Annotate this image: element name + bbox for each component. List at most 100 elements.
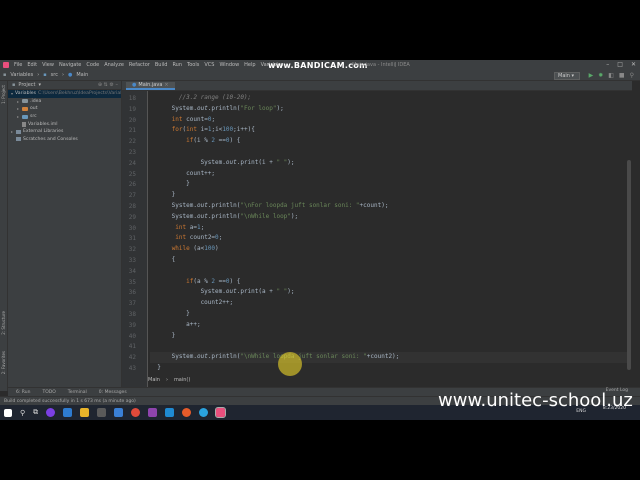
nav-src[interactable]: src bbox=[51, 72, 58, 78]
line-number: 25 bbox=[128, 170, 136, 178]
code-line[interactable]: } bbox=[150, 331, 630, 342]
library-icon bbox=[16, 129, 21, 134]
tree-item[interactable]: ▸ .idea bbox=[8, 98, 121, 106]
menu-run[interactable]: Run bbox=[172, 62, 182, 68]
project-panel-title[interactable]: Project bbox=[18, 82, 35, 88]
code-line[interactable]: } bbox=[150, 190, 630, 201]
breadcrumb-class[interactable]: Main bbox=[148, 377, 160, 383]
code-line[interactable]: System.out.println("\nWhile loopda juft … bbox=[150, 352, 630, 363]
menu-view[interactable]: View bbox=[42, 62, 54, 68]
code-line[interactable]: } bbox=[150, 179, 630, 190]
editor-scrollbar[interactable] bbox=[627, 160, 631, 370]
menu-help[interactable]: Help bbox=[244, 62, 255, 68]
menu-edit[interactable]: Edit bbox=[27, 62, 37, 68]
run-configuration-select[interactable]: Main ▾ bbox=[554, 72, 580, 80]
tree-item[interactable]: ▸ External Libraries bbox=[8, 128, 121, 136]
chevron-down-icon[interactable]: ▾ bbox=[11, 91, 13, 96]
code-line[interactable]: //3.2 range (10-20); bbox=[150, 93, 630, 104]
code-line[interactable]: int a=1; bbox=[150, 223, 630, 234]
menu-file[interactable]: File bbox=[14, 62, 22, 68]
debug-icon[interactable]: ✹ bbox=[598, 72, 603, 79]
panel-settings-icon[interactable]: ⊕ ⇅ ⚙ – bbox=[98, 82, 121, 88]
code-line[interactable]: a++; bbox=[150, 320, 630, 331]
editor-tab-main[interactable]: ● Main.java × bbox=[126, 82, 175, 90]
app-icon[interactable] bbox=[182, 408, 192, 417]
explorer-icon[interactable] bbox=[80, 408, 90, 417]
code-line[interactable]: System.out.println("\nFor loopda juft so… bbox=[150, 201, 630, 212]
code-line[interactable]: if(i % 2 ==0) { bbox=[150, 136, 630, 147]
menu-navigate[interactable]: Navigate bbox=[59, 62, 81, 68]
code-editor[interactable]: //3.2 range (10-20); System.out.println(… bbox=[150, 91, 630, 411]
app-icon[interactable] bbox=[46, 408, 56, 417]
tree-item-label: Variables.iml bbox=[28, 121, 58, 127]
code-line[interactable]: count2++; bbox=[150, 298, 630, 309]
search-icon[interactable]: ⚲ bbox=[20, 409, 25, 417]
chrome-icon[interactable] bbox=[131, 408, 141, 417]
visual-studio-icon[interactable] bbox=[148, 408, 158, 417]
code-line[interactable]: System.out.println("For loop"); bbox=[150, 104, 630, 115]
code-line[interactable]: System.out.println("\nWhile loop"); bbox=[150, 212, 630, 223]
nav-project[interactable]: Variables bbox=[10, 72, 33, 78]
code-line[interactable]: int count=0; bbox=[150, 115, 630, 126]
edge-icon[interactable] bbox=[63, 408, 73, 417]
class-icon: ● bbox=[67, 72, 73, 78]
stop-icon[interactable]: ■ bbox=[619, 72, 625, 79]
task-view-icon[interactable]: ⧉ bbox=[33, 408, 38, 417]
folder-icon: ▪ bbox=[3, 72, 7, 78]
mail-icon[interactable] bbox=[114, 408, 124, 417]
code-line[interactable] bbox=[150, 266, 630, 277]
tree-item[interactable]: Variables.iml bbox=[8, 120, 121, 128]
search-icon[interactable]: ⚲ bbox=[630, 72, 634, 79]
folder-orange-icon bbox=[22, 106, 28, 111]
menu-build[interactable]: Build bbox=[155, 62, 168, 68]
code-line[interactable]: } bbox=[150, 363, 630, 374]
menu-code[interactable]: Code bbox=[86, 62, 99, 68]
breadcrumb-method[interactable]: main() bbox=[174, 377, 190, 383]
code-line[interactable]: } bbox=[150, 309, 630, 320]
site-watermark: www.unitec-school.uz bbox=[438, 390, 633, 411]
telegram-icon[interactable] bbox=[199, 408, 209, 417]
intellij-icon[interactable] bbox=[215, 407, 227, 418]
windows-start-icon[interactable] bbox=[4, 408, 12, 417]
vscode-icon[interactable] bbox=[165, 408, 175, 417]
minimize-icon[interactable]: – bbox=[606, 61, 609, 68]
tree-item[interactable]: ▸ out bbox=[8, 105, 121, 113]
tool-tab-terminal[interactable]: Terminal bbox=[68, 390, 87, 395]
code-line[interactable]: System.out.print(i + " "); bbox=[150, 158, 630, 169]
code-line[interactable]: for(int i=1;i<100;i++){ bbox=[150, 125, 630, 136]
coverage-icon[interactable]: ◧ bbox=[608, 72, 614, 79]
tool-tab-todo[interactable]: TODO bbox=[42, 390, 55, 395]
folder-blue-icon bbox=[22, 114, 28, 119]
tool-tab-favorites[interactable]: 2: Favorites bbox=[1, 351, 6, 374]
tree-item[interactable]: ▾ Variables C:\Users\Bekhruz\IdeaProjects\… bbox=[8, 90, 121, 98]
tree-item[interactable]: Scratches and Consoles bbox=[8, 136, 121, 144]
code-line[interactable]: { bbox=[150, 255, 630, 266]
intellij-icon bbox=[3, 62, 9, 68]
code-line[interactable]: while (a<100) bbox=[150, 244, 630, 255]
menu-tools[interactable]: Tools bbox=[187, 62, 199, 68]
code-line[interactable] bbox=[150, 341, 630, 352]
tool-tab-structure[interactable]: 2: Structure bbox=[1, 311, 6, 335]
close-icon[interactable]: × bbox=[164, 82, 168, 88]
code-line[interactable] bbox=[150, 147, 630, 158]
tree-item[interactable]: ▸ src bbox=[8, 113, 121, 121]
line-number-gutter: 18 19 20 21 22 23 24 25 26 27 28 29 30 31 32 33 34 35 36 37… bbox=[122, 91, 148, 411]
maximize-icon[interactable]: □ bbox=[617, 61, 623, 68]
chevron-down-icon[interactable]: ▾ bbox=[39, 82, 42, 88]
code-line[interactable]: count++; bbox=[150, 169, 630, 180]
close-icon[interactable]: ✕ bbox=[631, 61, 636, 68]
store-icon[interactable] bbox=[97, 408, 107, 417]
tool-tab-messages[interactable]: 0: Messages bbox=[99, 390, 127, 395]
code-line[interactable]: System.out.print(a + " "); bbox=[150, 287, 630, 298]
tool-tab-run[interactable]: 6: Run bbox=[16, 390, 30, 395]
editor-tab-label: Main.java bbox=[138, 82, 163, 88]
code-line[interactable]: if(a % 2 ==0) { bbox=[150, 277, 630, 288]
menu-analyze[interactable]: Analyze bbox=[104, 62, 124, 68]
menu-refactor[interactable]: Refactor bbox=[129, 62, 150, 68]
run-icon[interactable]: ▶ bbox=[589, 72, 594, 79]
menu-window[interactable]: Window bbox=[219, 62, 239, 68]
nav-main[interactable]: Main bbox=[76, 72, 88, 78]
menu-vcs[interactable]: VCS bbox=[204, 62, 214, 68]
code-line[interactable]: int count2=0; bbox=[150, 233, 630, 244]
tool-tab-project[interactable]: 1: Project bbox=[1, 85, 6, 104]
